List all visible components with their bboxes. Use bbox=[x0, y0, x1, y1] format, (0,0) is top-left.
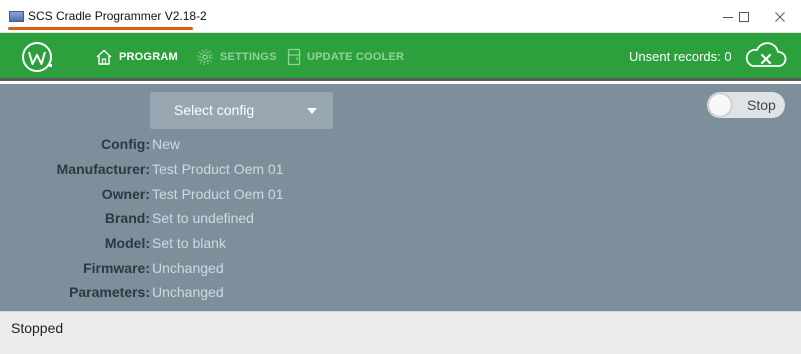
field-row-config: Config: New bbox=[0, 136, 801, 156]
field-label: Model: bbox=[104, 235, 150, 251]
tab-settings-label: SETTINGS bbox=[220, 51, 277, 63]
field-value: Unchanged bbox=[152, 260, 224, 276]
field-label: Config: bbox=[101, 136, 150, 152]
stop-toggle[interactable]: Stop bbox=[707, 92, 785, 118]
field-row-firmware: Firmware: Unchanged bbox=[0, 260, 801, 280]
field-label: Owner: bbox=[101, 186, 150, 202]
status-bar: Stopped bbox=[0, 311, 801, 354]
nav-bar: PROGRAM SETTINGS UPDATE COOLER Unsent re… bbox=[0, 33, 801, 81]
config-select[interactable]: Select config bbox=[150, 92, 333, 129]
home-icon bbox=[96, 49, 112, 65]
field-row-parameters: Parameters: Unchanged bbox=[0, 284, 801, 304]
cloud-x-icon[interactable] bbox=[744, 40, 788, 72]
tab-settings[interactable]: SETTINGS bbox=[196, 47, 277, 67]
field-row-manufacturer: Manufacturer: Test Product Oem 01 bbox=[0, 161, 801, 181]
tab-program-label: PROGRAM bbox=[119, 51, 178, 63]
close-icon bbox=[775, 12, 785, 22]
program-panel: Select config Stop Config: New Manufactu… bbox=[0, 84, 801, 311]
status-text: Stopped bbox=[11, 320, 64, 336]
app-window-icon bbox=[9, 11, 24, 22]
unsent-records-count: Unsent records: 0 bbox=[629, 49, 732, 64]
window-title: SCS Cradle Programmer V2.18-2 bbox=[28, 9, 207, 23]
tab-update-cooler[interactable]: UPDATE COOLER bbox=[287, 47, 404, 67]
field-value: Unchanged bbox=[152, 284, 224, 300]
field-value: Set to undefined bbox=[152, 210, 254, 226]
field-row-model: Model: Set to blank bbox=[0, 235, 801, 255]
tab-update-cooler-label: UPDATE COOLER bbox=[307, 51, 405, 63]
cooler-icon bbox=[287, 48, 301, 66]
close-button[interactable] bbox=[757, 0, 801, 33]
title-bar: SCS Cradle Programmer V2.18-2 bbox=[0, 0, 801, 33]
field-label: Firmware: bbox=[83, 260, 150, 276]
chevron-down-icon bbox=[307, 108, 317, 114]
title-underline-mark bbox=[8, 27, 193, 30]
field-value: Test Product Oem 01 bbox=[152, 186, 284, 202]
config-select-value: Select config bbox=[174, 102, 255, 118]
field-label: Parameters: bbox=[69, 284, 150, 300]
field-value: Set to blank bbox=[152, 235, 226, 251]
w-logo-icon[interactable] bbox=[20, 40, 54, 74]
maximize-icon bbox=[739, 12, 749, 22]
field-value: New bbox=[152, 136, 181, 152]
toggle-knob[interactable] bbox=[709, 94, 731, 116]
field-row-owner: Owner: Test Product Oem 01 bbox=[0, 186, 801, 206]
gear-icon bbox=[197, 49, 213, 65]
toggle-label: Stop bbox=[747, 97, 776, 113]
field-label: Brand: bbox=[104, 210, 150, 226]
field-label: Manufacturer: bbox=[56, 161, 150, 177]
field-value: Test Product Oem 01 bbox=[152, 161, 284, 177]
tab-program[interactable]: PROGRAM bbox=[95, 47, 178, 67]
field-row-brand: Brand: Set to undefined bbox=[0, 210, 801, 230]
